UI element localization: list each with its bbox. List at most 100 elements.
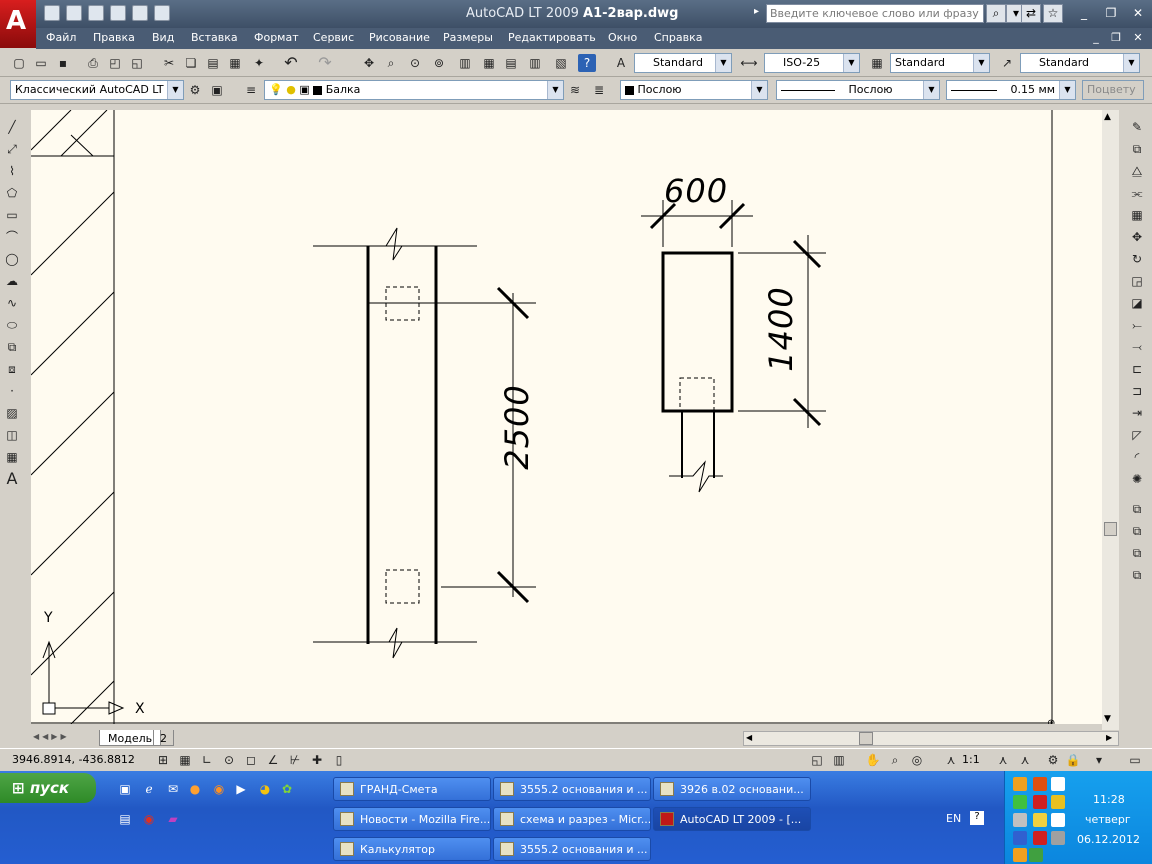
new-icon[interactable] — [44, 5, 60, 21]
osnap-icon[interactable]: ◻ — [242, 751, 260, 769]
draworder-under-icon[interactable]: ⧉ — [1128, 566, 1146, 584]
task-word-schema[interactable]: схема и разрез - Micr... — [493, 807, 651, 831]
dim-style-select[interactable]: ISO-25 ▼ — [764, 53, 860, 73]
line-icon[interactable]: ╱ — [3, 118, 21, 136]
tray-app-icon[interactable] — [1033, 777, 1047, 791]
copy-object-icon[interactable]: ⧉ — [1128, 140, 1146, 158]
start-button[interactable]: ⊞ пуск — [0, 773, 96, 803]
plot-icon[interactable]: ⎙ — [84, 54, 102, 72]
maximize-button[interactable]: ❐ — [1101, 5, 1121, 22]
workspace-save-icon[interactable]: ▣ — [208, 81, 226, 99]
horizontal-scrollbar[interactable]: ◀ ▶ — [743, 731, 1119, 746]
auto-scale-icon[interactable]: ⋏ — [1016, 751, 1034, 769]
zoom-previous-icon[interactable]: ⊚ — [430, 54, 448, 72]
qp-icon[interactable]: ▯ — [330, 751, 348, 769]
workspace-select[interactable]: Классический AutoCAD LT ▼ — [10, 80, 184, 100]
steering-wheel-icon[interactable]: ◎ — [908, 751, 926, 769]
model-space-icon[interactable]: ◱ — [808, 751, 826, 769]
annotation-scale-icon[interactable]: ⋏ — [942, 751, 960, 769]
insert-block-icon[interactable]: ⧉ — [3, 338, 21, 356]
toolbar-lock-icon[interactable]: 🔒 — [1064, 751, 1082, 769]
snap-icon[interactable]: ⊞ — [154, 751, 172, 769]
offset-icon[interactable]: ⫘ — [1128, 184, 1146, 202]
tray-app-icon[interactable] — [1013, 777, 1027, 791]
menu-draw[interactable]: Рисование — [369, 31, 430, 44]
table-icon[interactable]: ▦ — [3, 448, 21, 466]
table-style-icon[interactable]: ▦ — [868, 54, 886, 72]
search-input[interactable]: Введите ключевое слово или фразу — [766, 4, 984, 23]
chamfer-icon[interactable]: ◸ — [1128, 426, 1146, 444]
circle-icon[interactable]: ◯ — [3, 250, 21, 268]
tab-model[interactable]: Модель — [99, 730, 162, 746]
favorites-icon[interactable]: ☆ — [1043, 4, 1063, 23]
menu-edit[interactable]: Правка — [93, 31, 135, 44]
quicklaunch-firefox-icon[interactable]: ● — [186, 780, 204, 798]
annotation-scale-value[interactable]: 1:1 — [962, 753, 980, 766]
tray-shield-icon[interactable] — [1013, 795, 1027, 809]
menu-format[interactable]: Формат — [254, 31, 299, 44]
stretch-icon[interactable]: ◪ — [1128, 294, 1146, 312]
zoom-realtime-icon[interactable]: ⌕ — [382, 54, 400, 72]
quicklaunch-winamp-icon[interactable]: ▰ — [164, 810, 182, 828]
draworder-back-icon[interactable]: ⧉ — [1128, 522, 1146, 540]
menu-dimension[interactable]: Размеры — [443, 31, 493, 44]
annotation-visibility-icon[interactable]: ⋏ — [994, 751, 1012, 769]
drawing-canvas[interactable]: 2500 600 1400 Y X ⊕ — [31, 110, 1102, 724]
properties-icon[interactable]: ▥ — [456, 54, 474, 72]
markup-icon[interactable]: ▧ — [552, 54, 570, 72]
workspace-switch-icon[interactable]: ⚙ — [1044, 751, 1062, 769]
save-file-icon[interactable]: ▪ — [54, 54, 72, 72]
break-at-point-icon[interactable]: ⊏ — [1128, 360, 1146, 378]
tray-shield-icon[interactable] — [1051, 795, 1065, 809]
task-word-doc[interactable]: 3926 в.02 основани... — [653, 777, 811, 801]
hscroll-thumb[interactable] — [859, 732, 873, 745]
polyline-icon[interactable]: ⌇ — [3, 162, 21, 180]
zoom-status-icon[interactable]: ⌕ — [886, 751, 904, 769]
workspace-settings-icon[interactable]: ⚙ — [186, 81, 204, 99]
array-icon[interactable]: ▦ — [1128, 206, 1146, 224]
draworder-front-icon[interactable]: ⧉ — [1128, 500, 1146, 518]
app-menu-button[interactable]: A — [0, 0, 36, 48]
make-block-icon[interactable]: ⧈ — [3, 360, 21, 378]
tray-app-icon[interactable] — [1051, 813, 1065, 827]
menu-help[interactable]: Справка — [654, 31, 702, 44]
polygon-icon[interactable]: ⬠ — [3, 184, 21, 202]
pan-icon[interactable]: ✥ — [360, 54, 378, 72]
scroll-down-icon[interactable]: ▼ — [1104, 714, 1111, 724]
scroll-thumb[interactable] — [1104, 522, 1117, 536]
quicklaunch-app-icon[interactable]: ◉ — [210, 780, 228, 798]
mtext-icon[interactable]: A — [3, 470, 21, 488]
search-arrow-icon[interactable]: ▸ — [754, 6, 759, 17]
publish-icon[interactable]: ◱ — [128, 54, 146, 72]
rotate-icon[interactable]: ↻ — [1128, 250, 1146, 268]
grid-icon[interactable]: ▦ — [176, 751, 194, 769]
spline-icon[interactable]: ∿ — [3, 294, 21, 312]
vertical-scrollbar[interactable]: ▲ ▼ — [1102, 110, 1119, 730]
color-select[interactable]: Послою ▼ — [620, 80, 768, 100]
scale-icon[interactable]: ◲ — [1128, 272, 1146, 290]
quicklaunch-chrome-icon[interactable]: ◕ — [256, 780, 274, 798]
join-icon[interactable]: ⇥ — [1128, 404, 1146, 422]
language-indicator[interactable]: EN — [946, 812, 961, 825]
make-layer-current-icon[interactable]: ≋ — [566, 81, 584, 99]
task-folder-1[interactable]: 3555.2 основания и ... — [493, 777, 651, 801]
tray-app-icon[interactable] — [1013, 848, 1027, 862]
rectangle-icon[interactable]: ▭ — [3, 206, 21, 224]
tray-app-icon[interactable] — [1051, 831, 1065, 845]
tray-app-icon[interactable] — [1033, 813, 1047, 827]
task-firefox[interactable]: Новости - Mozilla Fire... — [333, 807, 491, 831]
block-editor-icon[interactable]: ✦ — [250, 54, 268, 72]
menu-file[interactable]: Файл — [46, 31, 76, 44]
redo-icon[interactable] — [154, 5, 170, 21]
scroll-left-icon[interactable]: ◀ — [746, 733, 752, 742]
quicklaunch-outlook-icon[interactable]: ✉ — [164, 780, 182, 798]
close-button[interactable]: ✕ — [1128, 5, 1148, 22]
undo-icon[interactable] — [132, 5, 148, 21]
point-icon[interactable]: · — [3, 382, 21, 400]
cut-icon[interactable]: ✂ — [160, 54, 178, 72]
undo-tool-icon[interactable]: ↶ — [282, 54, 300, 72]
lineweight-toggle-icon[interactable]: ✚ — [308, 751, 326, 769]
save-icon[interactable] — [88, 5, 104, 21]
tab-layout-2[interactable]: 2 — [153, 730, 174, 746]
pan-status-icon[interactable]: ✋ — [864, 751, 882, 769]
